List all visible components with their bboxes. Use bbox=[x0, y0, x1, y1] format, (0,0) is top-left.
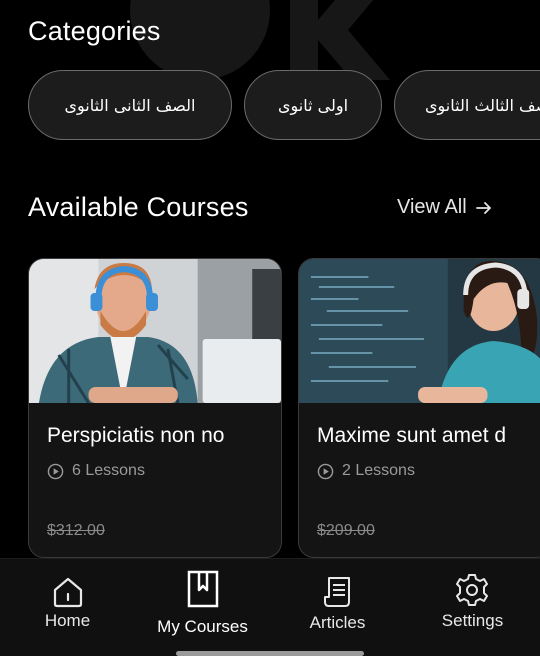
course-card-list: Perspiciatis non no 6 Lessons $312.00 Ma… bbox=[28, 258, 540, 558]
course-lessons-label: 6 Lessons bbox=[72, 462, 145, 479]
course-title: Maxime sunt amet d bbox=[317, 424, 507, 447]
play-circle-icon bbox=[317, 463, 334, 479]
course-thumbnail-image bbox=[299, 259, 540, 403]
home-indicator-bar[interactable] bbox=[176, 651, 364, 656]
category-chip-label: الصف الثالث الثانوى bbox=[425, 95, 540, 115]
category-chip-label: اولى ثانوى bbox=[277, 95, 349, 115]
play-circle-icon bbox=[47, 463, 64, 479]
course-lessons: 2 Lessons bbox=[317, 462, 415, 480]
category-chip[interactable]: الصف الثانى الثانوى bbox=[28, 70, 232, 140]
category-chip-list: الصف الثانى الثانوى اولى ثانوى الصف الثا… bbox=[28, 70, 540, 142]
course-price: $312.00 bbox=[47, 522, 105, 539]
course-price: $209.00 bbox=[317, 522, 375, 539]
nav-item-label: Settings bbox=[441, 611, 504, 630]
view-all-label: View All bbox=[397, 196, 467, 218]
category-chip[interactable]: اولى ثانوى bbox=[244, 70, 382, 140]
course-title: Perspiciatis non no bbox=[47, 424, 225, 447]
nav-item-label: My Courses bbox=[157, 617, 248, 636]
articles-icon bbox=[324, 577, 350, 607]
nav-item-my-courses[interactable]: My Courses bbox=[135, 559, 270, 656]
logo-k-shape bbox=[290, 0, 390, 80]
course-lessons: 6 Lessons bbox=[47, 462, 145, 480]
home-icon bbox=[53, 577, 83, 608]
nav-item-label: Articles bbox=[309, 613, 366, 632]
nav-item-articles[interactable]: Articles bbox=[270, 559, 405, 656]
category-chip[interactable]: الصف الثالث الثانوى bbox=[394, 70, 540, 140]
bookmark-book-icon bbox=[187, 570, 219, 608]
available-courses-title: Available Courses bbox=[28, 192, 249, 222]
bottom-navigation: Home My Courses Articles Settings bbox=[0, 558, 540, 656]
view-all-link[interactable]: View All bbox=[397, 196, 493, 219]
arrow-right-icon bbox=[475, 201, 491, 214]
course-lessons-label: 2 Lessons bbox=[342, 462, 415, 479]
nav-item-home[interactable]: Home bbox=[0, 559, 135, 656]
course-card[interactable]: Perspiciatis non no 6 Lessons $312.00 bbox=[28, 258, 282, 558]
nav-item-settings[interactable]: Settings bbox=[405, 559, 540, 656]
categories-title: Categories bbox=[28, 16, 161, 46]
gear-icon bbox=[456, 574, 488, 606]
nav-item-label: Home bbox=[44, 611, 91, 630]
course-card[interactable]: Maxime sunt amet d 2 Lessons $209.00 bbox=[298, 258, 540, 558]
category-chip-label: الصف الثانى الثانوى bbox=[64, 95, 196, 115]
course-thumbnail-image bbox=[29, 259, 281, 403]
